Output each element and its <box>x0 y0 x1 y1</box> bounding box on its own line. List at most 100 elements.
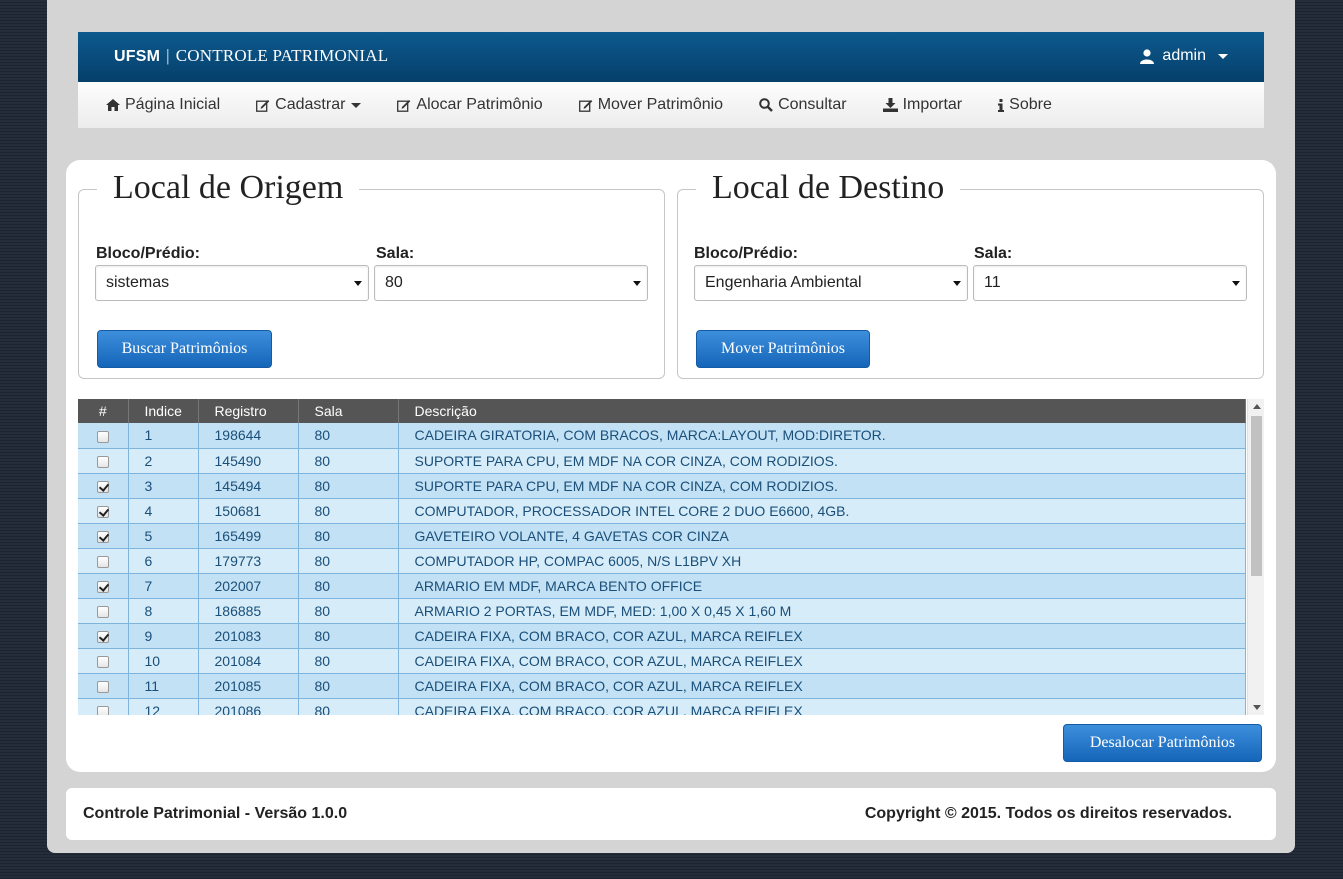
cell-descricao: CADEIRA GIRATORIA, COM BRACOS, MARCA:LAY… <box>398 423 1246 449</box>
cell-descricao: CADEIRA FIXA, COM BRACO, COR AZUL, MARCA… <box>398 673 1246 699</box>
origem-fieldset: Local de Origem Bloco/Prédio: sistemas S… <box>78 168 665 379</box>
cell-sala: 80 <box>298 673 399 699</box>
cell-sala: 80 <box>298 498 399 524</box>
row-select-cell <box>78 523 129 549</box>
origem-sala-select[interactable]: 80 <box>374 265 648 301</box>
cell-descricao: SUPORTE PARA CPU, EM MDF NA COR CINZA, C… <box>398 473 1246 499</box>
table-scrollbar[interactable] <box>1247 399 1264 715</box>
cell-registro: 201085 <box>198 673 299 699</box>
nav-label: Sobre <box>1009 96 1052 113</box>
brand-separator: | <box>166 46 170 65</box>
row-select-cell <box>78 623 129 649</box>
nav-label: Mover Patrimônio <box>597 96 724 113</box>
col-header-registro: Registro <box>198 399 299 423</box>
main-nav: Página Inicial Cadastrar Alocar Patrimôn… <box>78 82 1264 128</box>
row-checkbox[interactable] <box>96 605 109 618</box>
cell-descricao: SUPORTE PARA CPU, EM MDF NA COR CINZA, C… <box>398 448 1246 474</box>
origem-legend: Local de Origem <box>97 168 360 208</box>
table-row[interactable]: 9 201083 80 CADEIRA FIXA, COM BRACO, COR AZ… <box>78 623 1246 649</box>
row-checkbox[interactable] <box>96 680 109 693</box>
table-row[interactable]: 4 150681 80 COMPUTADOR, PROCESSADOR INTEL C… <box>78 498 1246 524</box>
patrimonios-table: # Indice Registro Sala Descrição 1 198644… <box>78 399 1246 715</box>
buscar-patrimonios-button[interactable]: Buscar Patrimônios <box>97 330 272 368</box>
row-checkbox[interactable] <box>96 705 109 715</box>
cell-descricao: ARMARIO 2 PORTAS, EM MDF, MED: 1,00 X 0,… <box>398 598 1246 624</box>
row-select-cell <box>78 548 129 574</box>
row-checkbox[interactable] <box>96 480 109 493</box>
nav-alocar-patrimonio[interactable]: Alocar Patrimônio <box>397 96 543 114</box>
footer: Controle Patrimonial - Versão 1.0.0 Copy… <box>66 788 1276 840</box>
col-header-descricao: Descrição <box>398 399 1246 423</box>
table-row[interactable]: 7 202007 80 ARMARIO EM MDF, MARCA BENTO OFF… <box>78 573 1246 599</box>
destino-bloco-select[interactable]: Engenharia Ambiental <box>694 265 968 301</box>
chevron-down-icon <box>633 281 641 286</box>
row-checkbox[interactable] <box>96 580 109 593</box>
cell-indice: 5 <box>128 523 199 549</box>
cell-sala: 80 <box>298 598 399 624</box>
cell-descricao: CADEIRA FIXA, COM BRACO, COR AZUL, MARCA… <box>398 698 1246 715</box>
desalocar-patrimonios-button[interactable]: Desalocar Patrimônios <box>1063 724 1262 762</box>
cell-descricao: CADEIRA FIXA, COM BRACO, COR AZUL, MARCA… <box>398 648 1246 674</box>
nav-pagina-inicial[interactable]: Página Inicial <box>106 96 220 114</box>
row-select-cell <box>78 448 129 474</box>
table-row[interactable]: 11 201085 80 CADEIRA FIXA, COM BRACO, COR A… <box>78 673 1246 699</box>
edit-icon <box>256 99 270 112</box>
row-select-cell <box>78 673 129 699</box>
scrollbar-thumb[interactable] <box>1251 416 1262 576</box>
row-checkbox[interactable] <box>96 505 109 518</box>
row-checkbox[interactable] <box>96 455 109 468</box>
nav-cadastrar[interactable]: Cadastrar <box>256 96 362 114</box>
nav-mover-patrimonio[interactable]: Mover Patrimônio <box>578 96 724 114</box>
table-row[interactable]: 6 179773 80 COMPUTADOR HP, COMPAC 6005, N/S… <box>78 548 1246 574</box>
table-row[interactable]: 12 201086 80 CADEIRA FIXA, COM BRACO, COR A… <box>78 698 1246 715</box>
cell-sala: 80 <box>298 648 399 674</box>
row-checkbox[interactable] <box>96 555 109 568</box>
nav-sobre[interactable]: Sobre <box>998 96 1052 114</box>
cell-descricao: CADEIRA FIXA, COM BRACO, COR AZUL, MARCA… <box>398 623 1246 649</box>
row-checkbox[interactable] <box>96 630 109 643</box>
cell-descricao: GAVETEIRO VOLANTE, 4 GAVETAS COR CINZA <box>398 523 1246 549</box>
row-select-cell <box>78 698 129 715</box>
nav-importar[interactable]: Importar <box>882 96 962 114</box>
cell-indice: 1 <box>128 423 199 449</box>
cell-registro: 202007 <box>198 573 299 599</box>
chevron-down-icon <box>351 102 362 108</box>
patrimonios-table-container[interactable]: # Indice Registro Sala Descrição 1 198644… <box>78 399 1264 715</box>
row-checkbox[interactable] <box>96 530 109 543</box>
row-checkbox[interactable] <box>96 430 109 443</box>
cell-indice: 7 <box>128 573 199 599</box>
destino-legend: Local de Destino <box>696 168 961 208</box>
destino-fieldset: Local de Destino Bloco/Prédio: Engenhari… <box>677 168 1264 379</box>
user-name: admin <box>1162 47 1206 64</box>
nav-consultar[interactable]: Consultar <box>759 96 847 114</box>
brand[interactable]: UFSM | CONTROLE PATRIMONIAL <box>114 46 388 66</box>
info-icon <box>998 98 1005 112</box>
origem-bloco-select[interactable]: sistemas <box>95 265 369 301</box>
table-row[interactable]: 5 165499 80 GAVETEIRO VOLANTE, 4 GAVETAS CO… <box>78 523 1246 549</box>
scroll-down-icon[interactable] <box>1253 705 1261 710</box>
select-value: 11 <box>984 274 1001 291</box>
table-row[interactable]: 1 198644 80 CADEIRA GIRATORIA, COM BRACOS, … <box>78 423 1246 449</box>
table-row[interactable]: 2 145490 80 SUPORTE PARA CPU, EM MDF NA COR… <box>78 448 1246 474</box>
brand-ufsm: UFSM <box>114 48 161 65</box>
table-row[interactable]: 3 145494 80 SUPORTE PARA CPU, EM MDF NA COR… <box>78 473 1246 499</box>
nav-label: Consultar <box>778 96 847 113</box>
cell-sala: 80 <box>298 473 399 499</box>
origem-sala-label: Sala: <box>376 245 415 262</box>
home-icon <box>106 99 120 111</box>
table-row[interactable]: 10 201084 80 CADEIRA FIXA, COM BRACO, COR A… <box>78 648 1246 674</box>
destino-sala-select[interactable]: 11 <box>973 265 1247 301</box>
main-panel: Local de Origem Bloco/Prédio: sistemas S… <box>66 160 1276 772</box>
scroll-up-icon[interactable] <box>1253 404 1261 409</box>
select-value: 80 <box>385 274 403 291</box>
mover-patrimonios-button[interactable]: Mover Patrimônios <box>696 330 870 368</box>
cell-registro: 201084 <box>198 648 299 674</box>
select-value: Engenharia Ambiental <box>705 274 862 291</box>
origem-bloco-label: Bloco/Prédio: <box>96 245 201 262</box>
row-checkbox[interactable] <box>96 655 109 668</box>
cell-registro: 165499 <box>198 523 299 549</box>
table-row[interactable]: 8 186885 80 ARMARIO 2 PORTAS, EM MDF, MED: … <box>78 598 1246 624</box>
col-header-indice: Indice <box>128 399 199 423</box>
user-menu[interactable]: admin <box>1140 47 1228 65</box>
cell-sala: 80 <box>298 548 399 574</box>
